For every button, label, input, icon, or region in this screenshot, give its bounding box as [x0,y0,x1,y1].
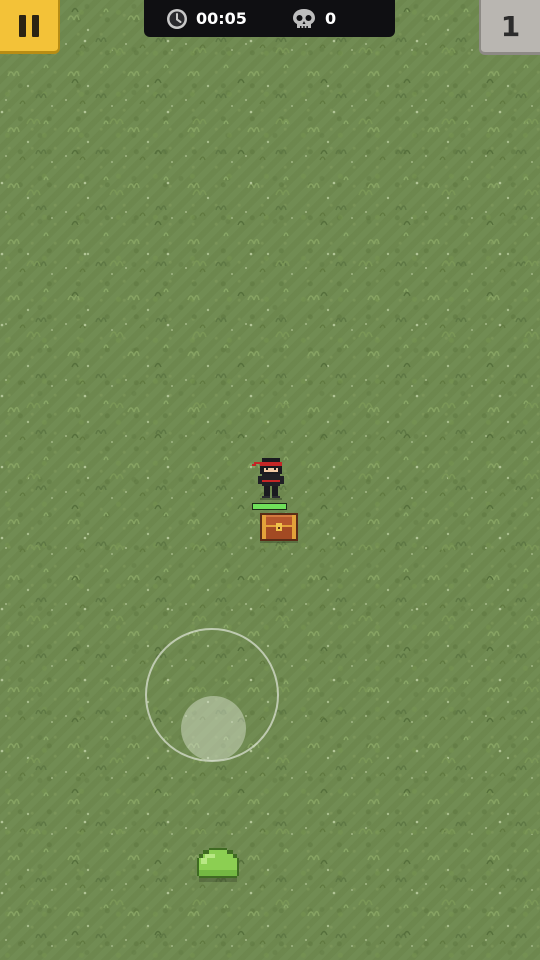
level-indicator[interactable]: 1 [479,0,540,55]
clock-icon [167,8,187,29]
player-health-fill [253,504,286,509]
treasure-chest[interactable] [258,511,300,543]
pause-button[interactable] [0,0,60,54]
kill-counter: 0 [291,8,336,30]
green-slime-enemy [197,848,239,882]
timer: 00:05 [166,8,247,30]
stats-bar: 00:05 0 [144,0,395,37]
player-health-bar [252,503,287,510]
skull-icon [292,8,315,28]
timer-value: 00:05 [196,9,247,28]
kill-count: 0 [324,9,337,28]
level-number: 1 [500,9,521,43]
player-ninja [252,458,284,500]
joystick-knob[interactable] [181,696,246,761]
pause-icon [19,14,39,37]
